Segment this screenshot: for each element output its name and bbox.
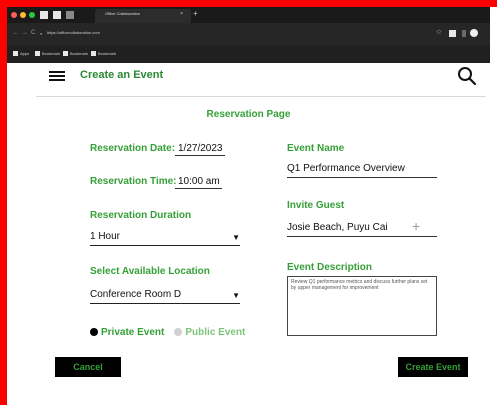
reservation-time-label: Reservation Time: [90, 176, 177, 187]
window-control-icon[interactable] [40, 11, 48, 19]
extension-icon[interactable] [449, 30, 456, 37]
minimize-window-dot[interactable] [20, 12, 26, 18]
create-event-button[interactable]: Create Event [398, 357, 468, 377]
address-bar: ← → C ● https://officecollaboration.com … [7, 23, 490, 45]
header-title: Create an Event [80, 69, 164, 81]
window-control-icon[interactable] [66, 11, 74, 19]
browser-tab[interactable]: Office Collaboration × [95, 9, 191, 23]
menu-icon[interactable] [49, 71, 65, 82]
reservation-date-label: Reservation Date: [90, 143, 176, 154]
event-name-label: Event Name [287, 143, 345, 154]
event-visibility-radio-group: Private Event Public Event [90, 326, 245, 338]
bookmark-item[interactable]: Bookmark [63, 51, 88, 56]
bookmark-apps[interactable]: Apps [13, 51, 29, 56]
bookmark-item[interactable]: Bookmark [91, 51, 116, 56]
red-frame-top [0, 0, 497, 7]
duration-select[interactable]: 1 Hour ▼ [90, 230, 240, 246]
invite-guest-label: Invite Guest [287, 200, 345, 211]
zoom-window-dot[interactable] [29, 12, 35, 18]
event-name-input[interactable]: Q1 Performance Overview [287, 163, 405, 174]
reload-icon[interactable]: C [31, 30, 35, 36]
event-description-textarea[interactable]: Review Q1 performance metrics and discus… [287, 276, 437, 336]
public-event-label[interactable]: Public Event [185, 327, 245, 338]
search-icon[interactable] [457, 66, 477, 86]
add-guest-plus-icon[interactable]: + [412, 218, 420, 234]
private-event-radio[interactable] [90, 328, 98, 336]
reservation-duration-label: Reservation Duration [90, 210, 192, 221]
lock-icon: ● [40, 31, 43, 36]
red-frame-left [0, 0, 7, 405]
extension-icon[interactable] [462, 30, 466, 37]
cancel-button[interactable]: Cancel [55, 357, 121, 377]
bookmark-icon [63, 51, 68, 56]
private-event-label[interactable]: Private Event [101, 327, 164, 338]
invite-guest-underline [287, 236, 437, 237]
bookmark-icon [35, 51, 40, 56]
page-title: Reservation Page [206, 109, 291, 120]
chevron-down-icon: ▼ [232, 291, 240, 300]
header-divider [36, 96, 486, 97]
invite-guest-input[interactable]: Josie Beach, Puyu Cai [287, 222, 388, 233]
bookmark-icon [91, 51, 96, 56]
browser-window-chrome: Office Collaboration × + ← → C ● https:/… [7, 7, 490, 63]
bookmark-star-icon[interactable]: ☆ [436, 28, 442, 36]
window-control-icon[interactable] [53, 11, 61, 19]
apps-grid-icon [13, 51, 18, 56]
chevron-down-icon: ▼ [232, 233, 240, 242]
profile-avatar[interactable] [470, 29, 478, 37]
tab-bar: Office Collaboration × + [7, 7, 490, 23]
event-description-label: Event Description [287, 262, 373, 273]
back-icon[interactable]: ← [13, 30, 19, 36]
close-window-dot[interactable] [11, 12, 17, 18]
url-field[interactable]: https://officecollaboration.com [47, 30, 100, 35]
public-event-radio[interactable] [174, 328, 183, 336]
bookmarks-bar: Apps Bookmark Bookmark Bookmark [7, 45, 490, 63]
location-select[interactable]: Conference Room D ▼ [90, 288, 240, 304]
location-selected-value: Conference Room D [90, 289, 182, 300]
reservation-date-input[interactable]: 1/27/2023 [175, 143, 225, 156]
tab-title: Office Collaboration [105, 11, 141, 16]
bookmark-item[interactable]: Bookmark [35, 51, 60, 56]
tab-close-icon[interactable]: × [180, 11, 183, 17]
duration-selected-value: 1 Hour [90, 231, 121, 242]
new-tab-button[interactable]: + [193, 9, 198, 18]
event-name-underline [287, 177, 437, 178]
reservation-time-input[interactable]: 10:00 am [175, 176, 222, 189]
location-label: Select Available Location [90, 266, 210, 277]
forward-icon[interactable]: → [22, 30, 28, 36]
